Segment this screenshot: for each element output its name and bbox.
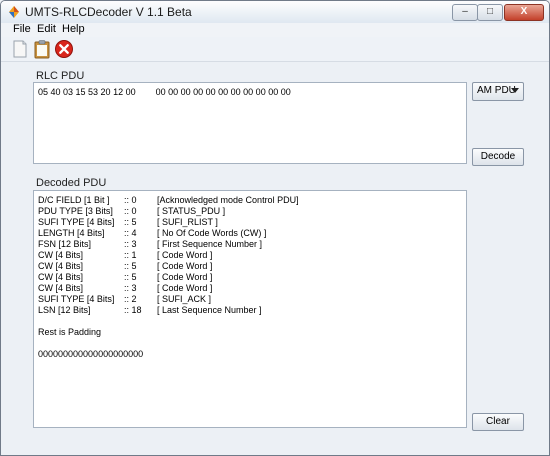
decoded-field-desc: [ Code Word ] <box>157 283 213 293</box>
decoded-field-desc: [ First Sequence Number ] <box>157 239 263 249</box>
decoded-field-name: SUFI TYPE [4 Bits] <box>38 217 115 227</box>
close-window-button[interactable]: X <box>504 4 544 21</box>
decoded-field-desc: [ SUFI_ACK ] <box>157 294 212 304</box>
menu-edit[interactable]: Edit <box>37 23 56 35</box>
decoded-field-value: :: 5 <box>124 261 137 271</box>
app-window: UMTS-RLCDecoder V 1.1 Beta – □ X File Ed… <box>0 0 550 456</box>
rlc-pdu-value: 05 40 03 15 53 20 12 00 00 00 00 00 00 0… <box>38 87 291 97</box>
decoded-field-value: :: 18 <box>124 305 142 315</box>
close-circle-icon[interactable] <box>54 39 74 59</box>
app-logo-icon <box>9 6 19 18</box>
rlc-pdu-input[interactable]: 05 40 03 15 53 20 12 00 00 00 00 00 00 0… <box>33 82 467 164</box>
pdu-type-select[interactable]: AM PDU <box>472 82 524 101</box>
decoded-field-desc: [ Code Word ] <box>157 261 213 271</box>
decoded-field-value: :: 5 <box>124 217 137 227</box>
decoded-field-desc: [ STATUS_PDU ] <box>157 206 226 216</box>
close-icon: X <box>520 6 528 17</box>
decoded-field-value: :: 4 <box>124 228 137 238</box>
minimize-icon: – <box>462 6 468 17</box>
decoded-field-desc: [ Code Word ] <box>157 250 213 260</box>
decoded-field-value: :: 1 <box>124 250 137 260</box>
new-document-icon[interactable] <box>10 39 30 59</box>
decoded-field-desc: [ Last Sequence Number ] <box>157 305 262 315</box>
decoded-field-name: LENGTH [4 Bits] <box>38 228 105 238</box>
clipboard-icon[interactable] <box>32 39 52 59</box>
decoded-field-name: D/C FIELD [1 Bit ] <box>38 195 110 205</box>
maximize-button[interactable]: □ <box>477 4 503 21</box>
decoded-field-value: :: 2 <box>124 294 137 304</box>
decoded-pdu-label: Decoded PDU <box>36 177 107 189</box>
decoded-field-value: :: 0 <box>124 195 137 205</box>
decoded-field-name: PDU TYPE [3 Bits] <box>38 206 113 216</box>
minimize-button[interactable]: – <box>452 4 478 21</box>
decoded-field-desc: [ No Of Code Words (CW) ] <box>157 228 267 238</box>
maximize-icon: □ <box>486 6 494 17</box>
rlc-pdu-label: RLC PDU <box>36 70 85 82</box>
decoded-field-value: :: 3 <box>124 283 137 293</box>
padding-bits: 000000000000000000000 <box>38 349 144 359</box>
decoded-field-name: LSN [12 Bits] <box>38 305 91 315</box>
rest-padding-label: Rest is Padding <box>38 327 102 337</box>
decoded-field-value: :: 5 <box>124 272 137 282</box>
window-title: UMTS-RLCDecoder V 1.1 Beta <box>25 5 192 19</box>
clear-button[interactable]: Clear <box>472 413 524 431</box>
decoded-pdu-output[interactable]: D/C FIELD [1 Bit ]:: 0 [Acknowledged mode… <box>33 190 467 428</box>
decoded-field-name: CW [4 Bits] <box>38 272 84 282</box>
menu-file[interactable]: File <box>13 23 31 35</box>
decoded-field-name: FSN [12 Bits] <box>38 239 92 249</box>
decoded-field-name: CW [4 Bits] <box>38 250 84 260</box>
menu-bar: File Edit Help <box>1 23 549 37</box>
decoded-field-name: SUFI TYPE [4 Bits] <box>38 294 115 304</box>
decoded-field-desc: [ Code Word ] <box>157 272 213 282</box>
decoded-field-desc: [ SUFI_RLIST ] <box>157 217 218 227</box>
title-bar[interactable]: UMTS-RLCDecoder V 1.1 Beta – □ X <box>1 1 549 24</box>
decoded-field-name: CW [4 Bits] <box>38 261 84 271</box>
decoded-field-value: :: 3 <box>124 239 137 249</box>
decoded-field-name: CW [4 Bits] <box>38 283 84 293</box>
decode-button[interactable]: Decode <box>472 148 524 166</box>
decoded-field-value: :: 0 <box>124 206 137 216</box>
toolbar <box>1 37 549 62</box>
decoded-field-desc: [Acknowledged mode Control PDU] <box>157 195 299 205</box>
menu-help[interactable]: Help <box>62 23 85 35</box>
chevron-down-icon <box>511 88 519 93</box>
